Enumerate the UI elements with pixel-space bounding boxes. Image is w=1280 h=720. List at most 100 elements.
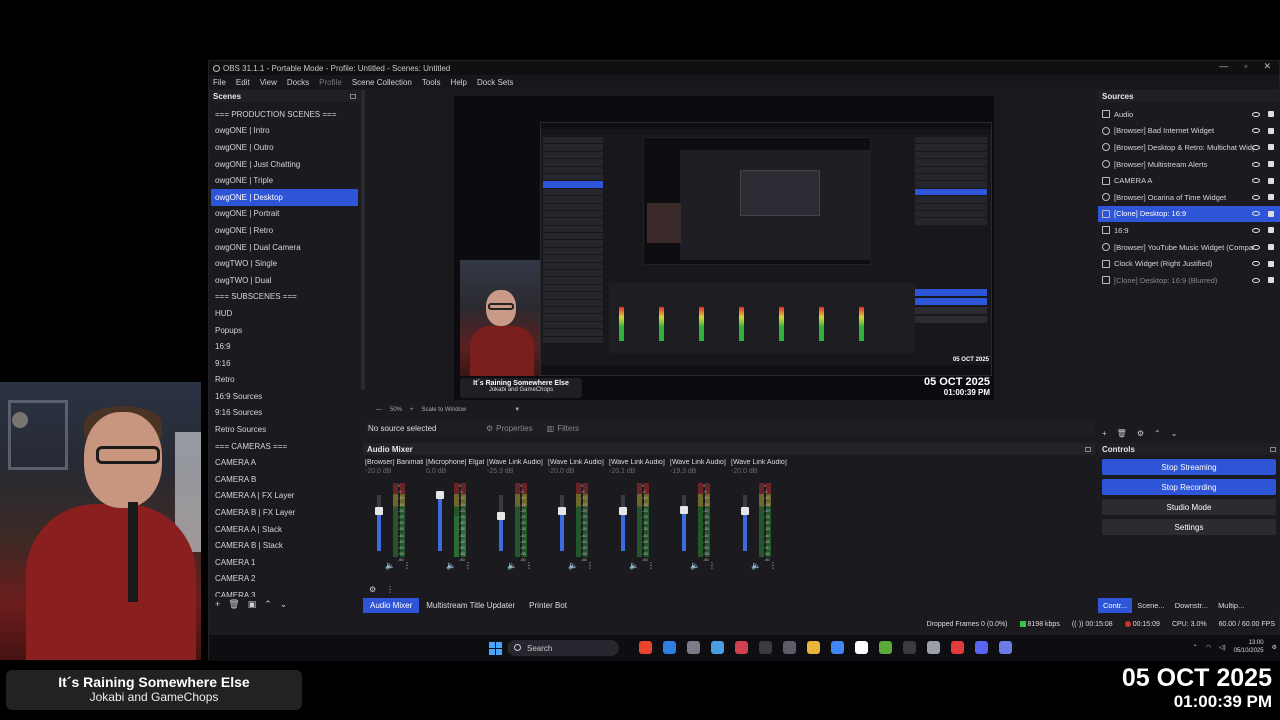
scene-item[interactable]: === PRODUCTION SCENES === [211, 106, 358, 123]
volume-fader[interactable] [619, 495, 627, 551]
channel-menu-icon[interactable]: ⋮ [647, 561, 655, 570]
scene-item[interactable]: CAMERA B | FX Layer [211, 504, 358, 521]
fader-handle[interactable] [558, 506, 566, 515]
settings-button[interactable]: Settings [1102, 519, 1276, 535]
taskbar-app-icon[interactable] [783, 641, 796, 654]
scene-item[interactable]: HUD [211, 305, 358, 322]
dock-undock-icon[interactable] [1085, 446, 1091, 452]
volume-icon[interactable]: ◁) [1219, 644, 1226, 651]
mute-speaker-icon[interactable]: 🔈 [690, 561, 700, 570]
lock-icon[interactable] [1268, 144, 1274, 151]
scene-item[interactable]: owgONE | Portrait [211, 206, 358, 223]
taskbar-app-icon[interactable] [927, 641, 940, 654]
menu-profile[interactable]: Profile [319, 78, 342, 87]
scene-item[interactable]: 16:9 [211, 338, 358, 355]
channel-menu-icon[interactable]: ⋮ [586, 561, 594, 570]
lock-icon[interactable] [1268, 127, 1274, 134]
volume-fader[interactable] [497, 495, 505, 551]
volume-fader[interactable] [436, 491, 444, 551]
visibility-eye-icon[interactable] [1252, 178, 1260, 184]
scene-item[interactable]: owgONE | Retro [211, 222, 358, 239]
dock-undock-icon[interactable] [350, 93, 356, 99]
scene-item[interactable]: CAMERA A [211, 454, 358, 471]
scene-item[interactable]: owgONE | Intro [211, 123, 358, 140]
lock-icon[interactable] [1268, 260, 1274, 267]
scene-item[interactable]: CAMERA B [211, 471, 358, 488]
mute-speaker-icon[interactable]: 🔈 [568, 561, 578, 570]
tab-printer-bot[interactable]: Printer Bot [522, 598, 574, 613]
scene-item[interactable]: CAMERA 2 [211, 571, 358, 588]
visibility-eye-icon[interactable] [1252, 128, 1260, 134]
move-source-up-button[interactable]: ⌃ [1154, 429, 1161, 438]
scene-item[interactable]: Retro [211, 372, 358, 389]
channel-menu-icon[interactable]: ⋮ [525, 561, 533, 570]
mute-speaker-icon[interactable]: 🔈 [751, 561, 761, 570]
taskbar-app-icon[interactable] [999, 641, 1012, 654]
taskbar-search[interactable]: Search [507, 640, 619, 656]
mute-speaker-icon[interactable]: 🔈 [385, 561, 395, 570]
taskbar-app-icon[interactable] [711, 641, 724, 654]
source-item[interactable]: [Clone] Desktop: 16:9 [1098, 205, 1280, 223]
tab-audio-mixer[interactable]: Audio Mixer [363, 597, 420, 613]
source-item[interactable]: [Browser] Multistream Alerts [1098, 156, 1280, 173]
source-item[interactable]: Clock Widget (Right Justified) [1098, 255, 1280, 272]
zoom-in-button[interactable]: + [410, 407, 414, 413]
menu-help[interactable]: Help [451, 78, 467, 87]
scene-item[interactable]: owgONE | Desktop [211, 188, 358, 206]
fader-handle[interactable] [619, 506, 627, 515]
studio-mode-button[interactable]: Studio Mode [1102, 499, 1276, 515]
menu-file[interactable]: File [213, 78, 226, 87]
lock-icon[interactable] [1268, 210, 1274, 217]
wifi-icon[interactable]: ◠ [1206, 644, 1211, 651]
zoom-select[interactable]: Scale to Window [422, 407, 467, 413]
scene-item[interactable]: owgONE | Just Chatting [211, 156, 358, 173]
mixer-settings-icon[interactable]: ⚙ [369, 585, 376, 594]
lock-icon[interactable] [1268, 161, 1274, 168]
scene-item[interactable]: owgONE | Outro [211, 139, 358, 156]
volume-fader[interactable] [680, 495, 688, 551]
fader-handle[interactable] [436, 491, 444, 499]
scene-item[interactable]: 16:9 Sources [211, 388, 358, 405]
channel-menu-icon[interactable]: ⋮ [708, 561, 716, 570]
taskbar-app-icon[interactable] [735, 641, 748, 654]
scene-item[interactable]: Popups [211, 322, 358, 339]
source-item[interactable]: [Browser] Desktop & Retro: Multichat Wid… [1098, 139, 1280, 156]
scene-filters-button[interactable]: ▣ [248, 599, 257, 610]
lock-icon[interactable] [1268, 277, 1274, 284]
move-source-down-button[interactable]: ⌄ [1171, 429, 1178, 438]
source-properties-button[interactable]: ⚙ [1137, 429, 1144, 438]
visibility-eye-icon[interactable] [1252, 277, 1260, 283]
visibility-eye-icon[interactable] [1252, 261, 1260, 267]
taskbar-clock[interactable]: 13:00 05/10/2025 [1234, 639, 1264, 655]
source-item[interactable]: [Clone] Desktop: 16:9 (Blurred) [1098, 272, 1280, 289]
volume-fader[interactable] [558, 495, 566, 551]
properties-button[interactable]: ⚙ Properties [486, 424, 533, 433]
visibility-eye-icon[interactable] [1252, 227, 1260, 233]
scene-item[interactable]: owgTWO | Single [211, 255, 358, 272]
notifications-icon[interactable]: ⚙ [1272, 644, 1277, 651]
move-scene-down-button[interactable]: ⌄ [280, 599, 288, 610]
source-item[interactable]: CAMERA A [1098, 172, 1280, 189]
tab-scene-transitions[interactable]: Scene... [1132, 598, 1170, 613]
tab-multiple-output[interactable]: Multip... [1213, 598, 1249, 613]
mute-speaker-icon[interactable]: 🔈 [629, 561, 639, 570]
visibility-eye-icon[interactable] [1252, 244, 1260, 250]
taskbar-app-icon[interactable] [807, 641, 820, 654]
source-item[interactable]: [Browser] YouTube Music Widget (Compact) [1098, 239, 1280, 256]
scene-item[interactable]: === CAMERAS === [211, 438, 358, 455]
visibility-eye-icon[interactable] [1252, 211, 1260, 217]
tab-multistream-title-updater[interactable]: Multistream Title Updater [419, 598, 522, 613]
stop-streaming-button[interactable]: Stop Streaming [1102, 459, 1276, 475]
fader-handle[interactable] [375, 506, 383, 515]
visibility-eye-icon[interactable] [1252, 161, 1260, 167]
scene-item[interactable]: owgTWO | Dual [211, 272, 358, 289]
mixer-menu-icon[interactable]: ⋮ [386, 585, 394, 594]
source-item[interactable]: [Browser] Bad Internet Widget [1098, 123, 1280, 140]
visibility-eye-icon[interactable] [1252, 194, 1260, 200]
dock-undock-icon[interactable] [1270, 446, 1276, 452]
scene-item[interactable]: 9:16 [211, 355, 358, 372]
mute-speaker-icon[interactable]: 🔈 [507, 561, 517, 570]
taskbar-app-icon[interactable] [759, 641, 772, 654]
lock-icon[interactable] [1268, 227, 1274, 234]
taskbar-app-icon[interactable] [831, 641, 844, 654]
